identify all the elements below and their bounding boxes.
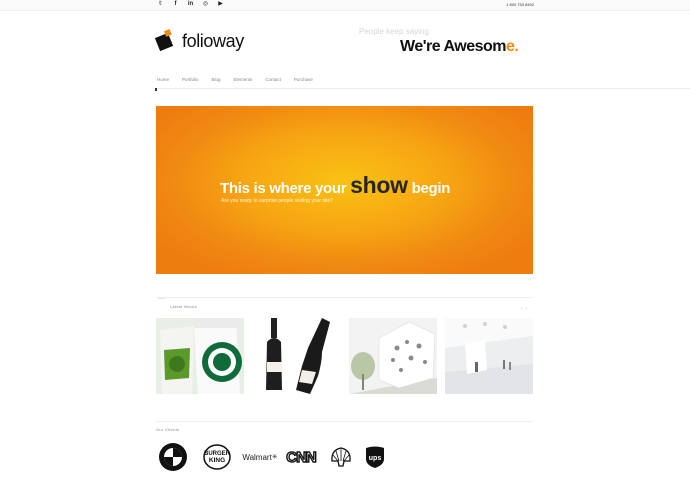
hero-title-pre: This is where your: [220, 180, 351, 197]
nav-item-purchase[interactable]: Purchase: [294, 76, 313, 83]
hero-title-post: begin: [407, 180, 451, 197]
burger-king-logo[interactable]: BURGER KING: [202, 442, 232, 472]
nav-active-indicator: [155, 88, 157, 91]
ups-logo[interactable]: ups: [364, 442, 386, 472]
logo-mark-icon: [154, 32, 174, 52]
cnn-logo[interactable]: CNN: [282, 442, 320, 472]
dribbble-icon[interactable]: ◎: [202, 1, 209, 8]
walmart-label: Walmart: [242, 452, 272, 462]
logo-text: folioway: [182, 31, 244, 51]
client-logos: BURGER KING Walmart ✳ CNN ups: [157, 442, 386, 472]
nav-item-blog[interactable]: Blog: [212, 76, 221, 83]
next-arrow-icon[interactable]: ›: [526, 306, 531, 312]
hero-subtitle: Are you ready to surprise people visitin…: [221, 198, 334, 204]
clients-divider: [156, 421, 533, 422]
nav-item-contact[interactable]: Contact: [265, 76, 281, 83]
work-thumb-interior[interactable]: [445, 318, 533, 394]
section-marker-icon: —: [158, 295, 165, 302]
tagline-small: People keep saying: [359, 27, 429, 36]
work-thumb-building[interactable]: [349, 318, 437, 394]
svg-text:ups: ups: [369, 455, 382, 462]
nav-item-elements[interactable]: Elements: [234, 76, 253, 83]
svg-text:KING: KING: [209, 457, 225, 464]
cnn-label: CNN: [286, 448, 318, 466]
phone-number: 1 800 753 8492: [506, 2, 534, 7]
nav-item-portfolio[interactable]: Portfolio: [182, 76, 199, 83]
social-links: 𝕥 f in ◎ ▶: [157, 1, 224, 8]
bmw-logo[interactable]: [157, 442, 189, 472]
clients-heading: Our Clients: [156, 427, 180, 432]
facebook-icon[interactable]: f: [172, 1, 179, 8]
work-thumb-starbucks[interactable]: [156, 318, 244, 394]
hero-title: This is where your show begin: [220, 172, 450, 199]
work-thumb-abrau[interactable]: [252, 318, 340, 394]
top-bar: 𝕥 f in ◎ ▶ 1 800 753 8492: [0, 0, 690, 11]
nav-divider: [155, 88, 690, 89]
tagline-big-main: We're Awesom: [400, 38, 507, 55]
youtube-icon[interactable]: ▶: [217, 1, 224, 8]
nav-item-home[interactable]: Home: [157, 76, 169, 83]
twitter-icon[interactable]: 𝕥: [157, 1, 164, 8]
walmart-logo[interactable]: Walmart ✳: [240, 442, 280, 472]
linkedin-icon[interactable]: in: [187, 1, 194, 8]
walmart-spark-icon: ✳: [271, 454, 278, 461]
tagline-big-accent: e.: [506, 38, 519, 55]
works-heading: Latest Works: [170, 304, 197, 309]
works-carousel-arrows[interactable]: ‹›: [521, 306, 530, 312]
hero-title-show: show: [350, 172, 408, 198]
works-divider: [156, 297, 533, 298]
shell-logo[interactable]: [328, 442, 354, 472]
main-nav: Home Portfolio Blog Elements Contact Pur…: [157, 76, 313, 83]
tagline-big: We're Awesome.: [400, 38, 519, 56]
